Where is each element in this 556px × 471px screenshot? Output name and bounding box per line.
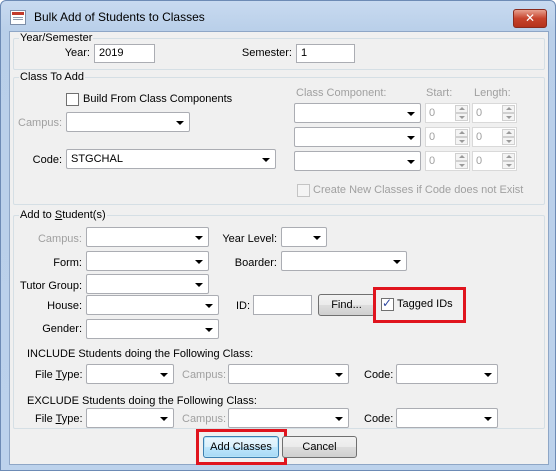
spin-down-icon[interactable] [455,137,468,145]
tutor-group-select[interactable] [86,274,209,294]
exclude-code-select[interactable] [396,408,498,428]
build-from-components-label: Build From Class Components [83,93,233,105]
year-semester-legend: Year/Semester [19,32,94,44]
exclude-campus-select[interactable] [228,408,349,428]
class-component-select-2[interactable] [294,127,421,147]
start-spinner-3[interactable]: 0 [425,151,470,171]
class-component-select-3[interactable] [294,151,421,171]
exclude-code-label: Code: [364,413,394,425]
include-code-label: Code: [364,369,394,381]
chevron-down-icon [195,260,203,264]
id-label: ID: [235,300,250,312]
chevron-down-icon [205,304,213,308]
window-title: Bulk Add of Students to Classes [34,10,205,24]
house-select[interactable] [86,295,219,315]
house-label: House: [47,300,82,312]
tagged-ids-label: Tagged IDs [397,298,453,310]
exclude-heading: EXCLUDE Students doing the Following Cla… [27,395,257,407]
spin-down-icon[interactable] [502,137,515,145]
id-input[interactable] [253,295,312,315]
add-classes-button[interactable]: Add Classes [203,436,279,458]
length-spinner-2[interactable]: 0 [472,127,517,147]
length-spinner-1[interactable]: 0 [472,103,517,123]
student-campus-label: Campus: [37,233,82,245]
include-code-select[interactable] [396,364,498,384]
year-label: Year: [64,47,90,59]
close-button[interactable]: ✕ [513,9,547,28]
form-label: Form: [53,257,82,269]
chevron-down-icon [407,112,415,116]
chevron-down-icon [262,158,270,162]
spin-down-icon[interactable] [455,161,468,169]
create-new-classes-checkbox[interactable] [297,184,310,197]
chevron-down-icon [160,373,168,377]
chevron-down-icon [176,121,184,125]
year-input[interactable]: 2019 [94,44,155,63]
boarder-label: Boarder: [234,257,277,269]
form-select[interactable] [86,251,209,271]
tagged-ids-checkbox[interactable]: ✓ [381,296,394,311]
add-to-students-legend: Add to Student(s) [19,209,107,221]
include-file-type-label: File Type: [35,369,83,381]
start-spinner-1[interactable]: 0 [425,103,470,123]
dialog-body: Year/Semester Year: 2019 Semester: 1 Cla… [9,31,549,465]
cancel-button[interactable]: Cancel [282,436,357,458]
include-campus-select[interactable] [228,364,349,384]
app-icon [10,10,26,25]
spin-up-icon[interactable] [502,153,515,161]
chevron-down-icon [484,373,492,377]
start-spinner-2[interactable]: 0 [425,127,470,147]
year-level-select[interactable] [281,227,327,247]
spin-down-icon[interactable] [502,113,515,121]
semester-input[interactable]: 1 [296,44,355,63]
spin-down-icon[interactable] [502,161,515,169]
chevron-down-icon [160,417,168,421]
chevron-down-icon [205,328,213,332]
spin-up-icon[interactable] [502,105,515,113]
year-level-label: Year Level: [222,233,277,245]
class-campus-select[interactable] [66,112,190,132]
exclude-campus-label: Campus: [182,413,227,425]
title-bar[interactable]: Bulk Add of Students to Classes ✕ [1,1,555,31]
build-from-components-checkbox[interactable] [66,93,79,106]
semester-label: Semester: [241,47,292,59]
class-component-header: Class Component: [296,87,387,99]
chevron-down-icon [195,236,203,240]
class-to-add-legend: Class To Add [19,71,86,83]
chevron-down-icon [335,417,343,421]
create-new-classes-label: Create New Classes if Code does not Exis… [313,184,524,196]
spin-up-icon[interactable] [455,153,468,161]
exclude-file-type-label: File Type: [35,413,83,425]
chevron-down-icon [335,373,343,377]
start-header: Start: [426,87,453,99]
gender-label: Gender: [42,323,82,335]
exclude-file-type-select[interactable] [86,408,174,428]
include-heading: INCLUDE Students doing the Following Cla… [27,348,254,360]
code-select[interactable]: STGCHAL [66,149,276,169]
chevron-down-icon [407,136,415,140]
tutor-group-label: Tutor Group: [20,280,82,292]
gender-select[interactable] [86,319,219,339]
student-campus-select[interactable] [86,227,209,247]
class-campus-label: Campus: [18,117,63,129]
spin-up-icon[interactable] [455,129,468,137]
length-header: Length: [474,87,511,99]
class-component-select-1[interactable] [294,103,421,123]
chevron-down-icon [393,260,401,264]
include-campus-label: Campus: [182,369,227,381]
checkmark-icon: ✓ [382,296,393,310]
chevron-down-icon [484,417,492,421]
dialog-window: Bulk Add of Students to Classes ✕ Year/S… [0,0,556,471]
chevron-down-icon [313,236,321,240]
spin-up-icon[interactable] [455,105,468,113]
include-file-type-select[interactable] [86,364,174,384]
chevron-down-icon [407,160,415,164]
chevron-down-icon [195,283,203,287]
spin-down-icon[interactable] [455,113,468,121]
find-button[interactable]: Find... [318,294,375,316]
boarder-select[interactable] [281,251,407,271]
spin-up-icon[interactable] [502,129,515,137]
code-label: Code: [32,154,62,166]
length-spinner-3[interactable]: 0 [472,151,517,171]
